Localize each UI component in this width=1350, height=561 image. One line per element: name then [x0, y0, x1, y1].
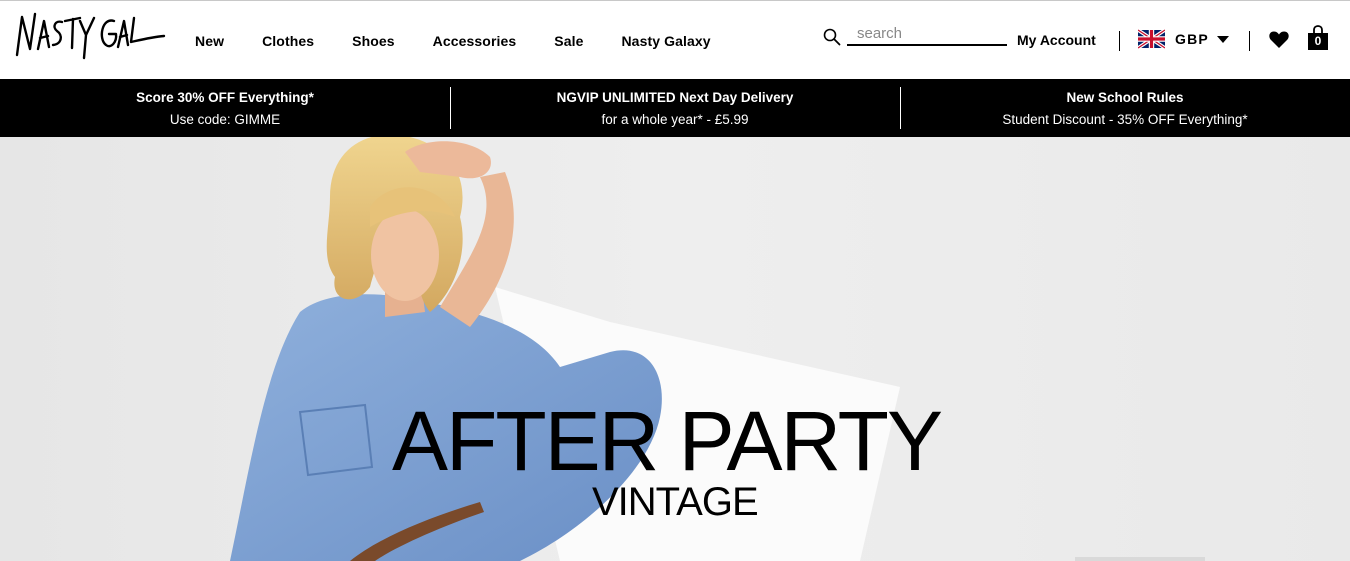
promo-title: NGVIP UNLIMITED Next Day Delivery: [556, 90, 794, 105]
promo-title: Score 30% OFF Everything*: [136, 90, 314, 105]
promo-title: New School Rules: [1066, 90, 1184, 105]
chevron-down-icon[interactable]: [1217, 36, 1229, 43]
main-nav: New Clothes Shoes Accessories Sale Nasty…: [195, 33, 711, 49]
uk-flag-icon[interactable]: [1138, 29, 1165, 49]
hero-title: AFTER PARTY: [392, 394, 943, 488]
nav-item-nasty-galaxy[interactable]: Nasty Galaxy: [621, 33, 710, 49]
nav-item-accessories[interactable]: Accessories: [433, 33, 517, 49]
promo-subtitle: Use code: GIMME: [169, 112, 281, 127]
promo-item[interactable]: New School Rules Student Discount - 35% …: [900, 79, 1350, 137]
currency-selector[interactable]: GBP: [1175, 31, 1209, 47]
my-account-link[interactable]: My Account: [1017, 32, 1096, 48]
search-box: [823, 23, 1007, 47]
search-input[interactable]: [847, 23, 1007, 46]
heart-icon[interactable]: [1269, 30, 1289, 49]
brand-logo-mark: [15, 12, 166, 60]
promo-subtitle: Student Discount - 35% OFF Everything*: [1002, 112, 1248, 127]
uk-flag-graphic: [1138, 29, 1165, 49]
header-divider: [1249, 31, 1250, 51]
nav-item-sale[interactable]: Sale: [554, 33, 583, 49]
nav-item-shoes[interactable]: Shoes: [352, 33, 395, 49]
nav-item-clothes[interactable]: Clothes: [262, 33, 314, 49]
promo-item[interactable]: Score 30% OFF Everything* Use code: GIMM…: [0, 79, 450, 137]
brand-logo[interactable]: [14, 9, 166, 65]
promo-subtitle: for a whole year* - £5.99: [601, 112, 749, 127]
promo-item[interactable]: NGVIP UNLIMITED Next Day Delivery for a …: [450, 79, 900, 137]
hero-banner[interactable]: AFTER PARTY VINTAGE: [0, 137, 1350, 561]
hero-subtitle: VINTAGE: [592, 480, 759, 524]
nav-item-new[interactable]: New: [195, 33, 224, 49]
search-icon[interactable]: [823, 28, 841, 46]
header-divider: [1119, 31, 1120, 51]
site-header: New Clothes Shoes Accessories Sale Nasty…: [0, 1, 1350, 79]
promo-bar: Score 30% OFF Everything* Use code: GIMM…: [0, 79, 1350, 137]
cart-count-badge: 0: [1314, 34, 1322, 48]
